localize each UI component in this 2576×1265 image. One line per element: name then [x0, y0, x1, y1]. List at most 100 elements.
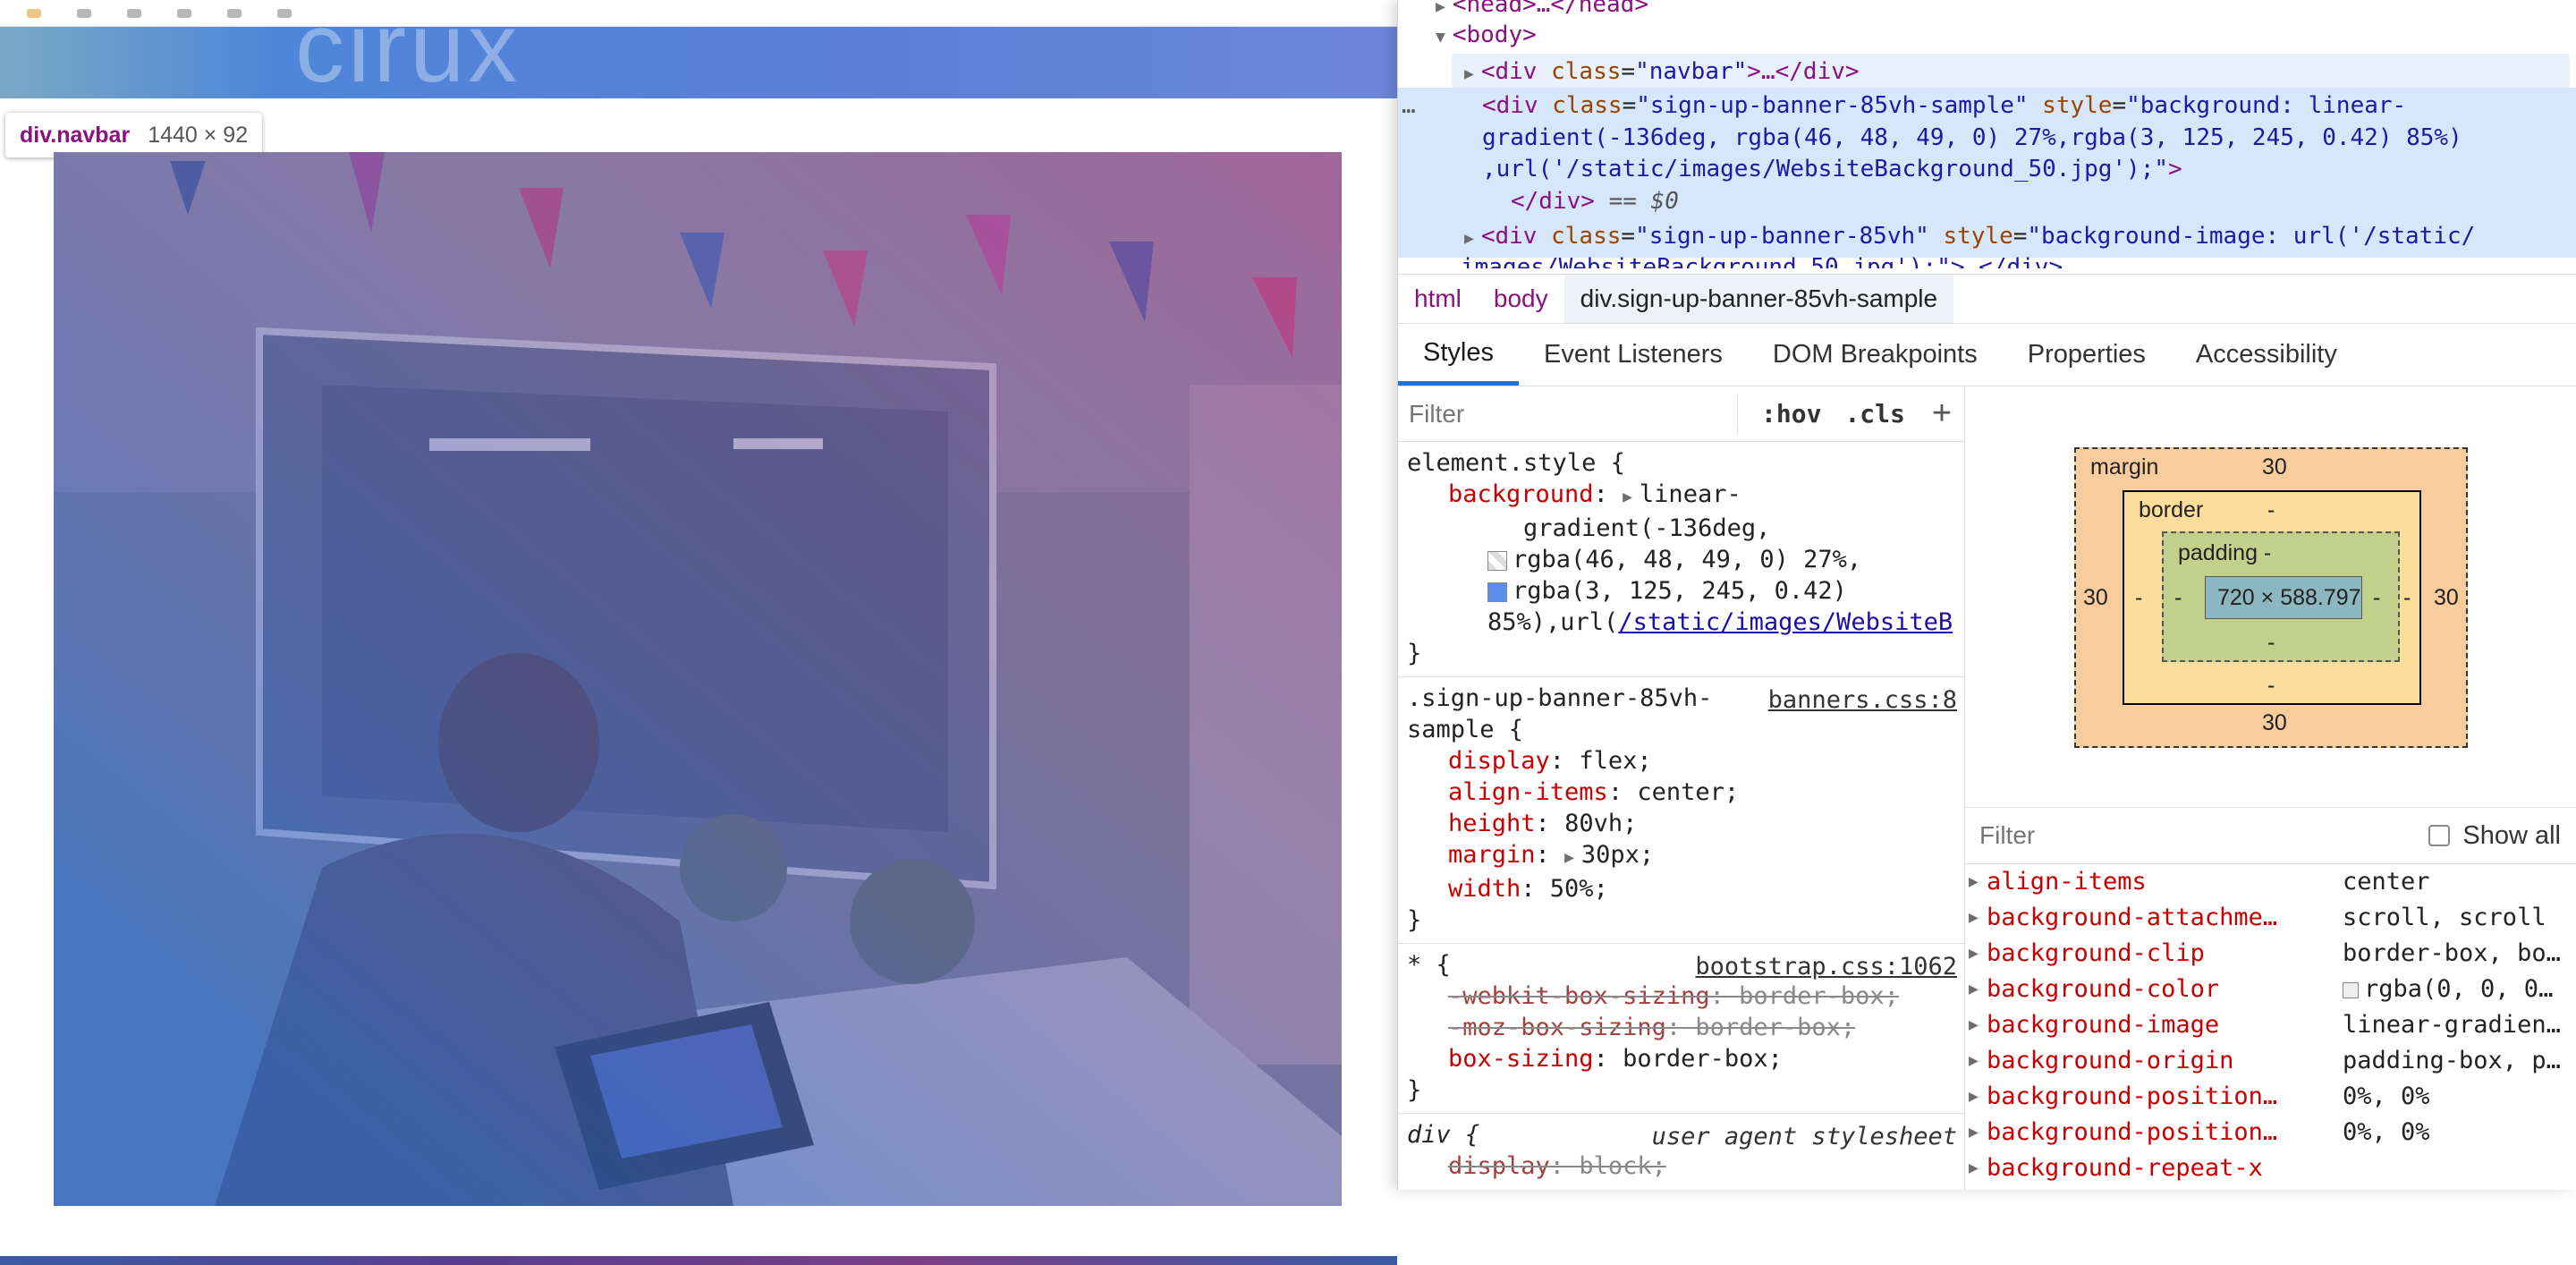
dom-node-banner[interactable]: ▶ <div class="sign-up-banner-85vh" style=… [1464, 219, 2475, 253]
rule-source-link[interactable]: banners.css:8 [1768, 684, 1957, 716]
background-url-link[interactable]: /static/images/WebsiteB [1618, 608, 1953, 636]
bookmark-icon[interactable] [227, 8, 242, 18]
margin-right-value[interactable]: 30 [2434, 585, 2459, 611]
expand-triangle-icon[interactable]: ▶ [1969, 1043, 1979, 1079]
rule-close: } [1407, 1076, 1422, 1104]
computed-row[interactable]: ▶ background-position… 0%, 0% [1965, 1079, 2576, 1115]
bookmark-icon[interactable] [177, 8, 191, 18]
margin-bottom-value[interactable]: 30 [2262, 710, 2287, 736]
box-model-diagram: margin 30 30 30 30 border - - - - paddin… [1965, 386, 2576, 807]
margin-top-value[interactable]: 30 [2262, 454, 2287, 480]
apps-icon[interactable] [27, 8, 41, 18]
tab-event-listeners[interactable]: Event Listeners [1519, 324, 1748, 386]
bookmark-icon[interactable] [277, 8, 292, 18]
tab-accessibility[interactable]: Accessibility [2171, 324, 2362, 386]
devtools-panel: ▶ <head>…</head> ▼ <body> ▶ <div class="nav… [1397, 0, 2576, 1190]
tab-dom-breakpoints[interactable]: DOM Breakpoints [1748, 324, 2003, 386]
expand-triangle-icon[interactable]: ▶ [1969, 864, 1979, 900]
style-property-overridden[interactable]: -webkit-box-sizing: border-box; [1407, 981, 1964, 1012]
bootstrap-universal-rule: bootstrap.css:1062 * { -webkit-box-sizin… [1398, 944, 1964, 1114]
expand-triangle-icon[interactable]: ▶ [1436, 0, 1445, 16]
computed-row[interactable]: ▶ background-clip border-box, bo… [1965, 936, 2576, 972]
computed-row[interactable]: ▶ background-attachme… scroll, scroll [1965, 900, 2576, 936]
style-property[interactable]: background: ▶ linear- [1407, 479, 1964, 513]
color-swatch-icon[interactable] [1487, 582, 1507, 602]
rule-source-link[interactable]: bootstrap.css:1062 [1695, 951, 1957, 982]
styles-filter-input[interactable] [1407, 394, 1738, 434]
dom-tree: ▶ <head>…</head> ▼ <body> ▶ <div class="nav… [1398, 0, 2576, 268]
style-property[interactable]: height: 80vh; [1407, 808, 1964, 839]
tab-properties[interactable]: Properties [2003, 324, 2171, 386]
tab-styles[interactable]: Styles [1398, 324, 1519, 386]
style-value-cont: rgba(3, 125, 245, 0.42) [1407, 575, 1964, 607]
computed-row[interactable]: ▶ background-position… 0%, 0% [1965, 1115, 2576, 1150]
element-style-rule: element.style { background: ▶ linear- gra… [1398, 442, 1964, 677]
padding-right-value[interactable]: - [2373, 585, 2380, 611]
tooltip-element-name: div.navbar [20, 122, 131, 148]
computed-row[interactable]: ▶ background-repeat-x [1965, 1150, 2576, 1186]
style-value-cont: gradient(-136deg, [1523, 514, 1771, 542]
dom-node-selected[interactable]: <div class="sign-up-banner-85vh-sample" … [1482, 89, 2406, 123]
styles-filter-bar: :hov .cls + [1398, 386, 1964, 442]
border-right-value[interactable]: - [2403, 585, 2411, 611]
computed-row[interactable]: ▶ background-origin padding-box, p… [1965, 1043, 2576, 1079]
show-all-checkbox[interactable] [2428, 825, 2451, 846]
breadcrumb-selected[interactable]: div.sign-up-banner-85vh-sample [1563, 275, 1954, 323]
expand-triangle-icon[interactable]: ▶ [1969, 936, 1979, 972]
hover-state-button[interactable]: :hov [1761, 399, 1821, 429]
color-swatch-icon[interactable] [1487, 550, 1507, 571]
navbar-logo[interactable]: cirux [295, 0, 521, 105]
margin-left-value[interactable]: 30 [2083, 585, 2108, 611]
bookmark-icon[interactable] [127, 8, 141, 18]
collapse-triangle-icon[interactable]: ▼ [1436, 28, 1445, 47]
computed-filter-input[interactable] [1978, 820, 2429, 851]
style-property[interactable]: display: flex; [1407, 745, 1964, 777]
expand-triangle-icon[interactable]: ▶ [1969, 1150, 1979, 1186]
expand-triangle-icon[interactable]: ▶ [1969, 1079, 1979, 1115]
style-property[interactable]: box-sizing: border-box; [1407, 1043, 1964, 1074]
dom-more-actions-icon[interactable]: … [1402, 89, 1416, 123]
tooltip-dimensions: 1440 × 92 [148, 122, 249, 148]
padding-label: padding - [2178, 540, 2272, 565]
sign-up-banner-image [54, 152, 1342, 1206]
dom-node-navbar[interactable]: ▶ <div class="navbar">…</div> [1464, 55, 1860, 89]
style-property[interactable]: align-items: center; [1407, 777, 1964, 808]
style-property[interactable]: width: 50%; [1407, 873, 1964, 904]
expand-triangle-icon[interactable]: ▶ [1564, 848, 1574, 867]
expand-triangle-icon[interactable]: ▶ [1969, 1115, 1979, 1150]
content-size-value[interactable]: 720 × 588.797 [2217, 585, 2361, 611]
browser-page: cirux div.navbar 1440 × 92 [0, 0, 1397, 1265]
style-property-overridden: display: block; [1448, 1152, 1666, 1180]
style-value-cont: rgba(46, 48, 49, 0) 27%, [1407, 544, 1964, 575]
banner-css-rule: banners.css:8 .sign-up-banner-85vh- samp… [1398, 677, 1964, 944]
style-property[interactable]: margin: ▶ 30px; [1407, 839, 1964, 873]
expand-triangle-icon[interactable]: ▶ [1464, 229, 1474, 248]
page-bottom-strip [0, 1256, 1397, 1265]
new-rule-button[interactable]: + [1932, 395, 1952, 433]
expand-triangle-icon[interactable]: ▶ [1623, 488, 1632, 506]
color-swatch-icon[interactable] [2343, 981, 2359, 998]
border-left-value[interactable]: - [2135, 585, 2142, 611]
dom-node-body[interactable]: ▼ <body> [1436, 18, 1537, 52]
bookmark-icon[interactable] [77, 8, 91, 18]
expand-triangle-icon[interactable]: ▶ [1464, 64, 1474, 83]
border-bottom-value[interactable]: - [2267, 673, 2275, 699]
user-agent-rule: user agent stylesheet div { display: blo… [1398, 1114, 1964, 1189]
computed-row[interactable]: ▶ background-color rgba(0, 0, 0… [1965, 972, 2576, 1007]
style-property-overridden[interactable]: -moz-box-sizing: border-box; [1407, 1012, 1964, 1043]
rule-source-label: user agent stylesheet [1651, 1123, 1957, 1150]
breadcrumb-html[interactable]: html [1398, 284, 1478, 313]
margin-label: margin [2090, 454, 2159, 480]
element-inspect-tooltip: div.navbar 1440 × 92 [5, 113, 263, 157]
border-top-value[interactable]: - [2267, 497, 2275, 523]
breadcrumb-body[interactable]: body [1478, 284, 1564, 313]
class-toggle-button[interactable]: .cls [1844, 399, 1904, 429]
expand-triangle-icon[interactable]: ▶ [1969, 1007, 1979, 1043]
expand-triangle-icon[interactable]: ▶ [1969, 900, 1979, 936]
show-all-label[interactable]: Show all [2462, 821, 2561, 851]
padding-bottom-value[interactable]: - [2267, 630, 2275, 656]
computed-row[interactable]: ▶ align-items center [1965, 864, 2576, 900]
padding-left-value[interactable]: - [2174, 585, 2182, 611]
computed-row[interactable]: ▶ background-image linear-gradien… [1965, 1007, 2576, 1043]
expand-triangle-icon[interactable]: ▶ [1969, 972, 1979, 1007]
